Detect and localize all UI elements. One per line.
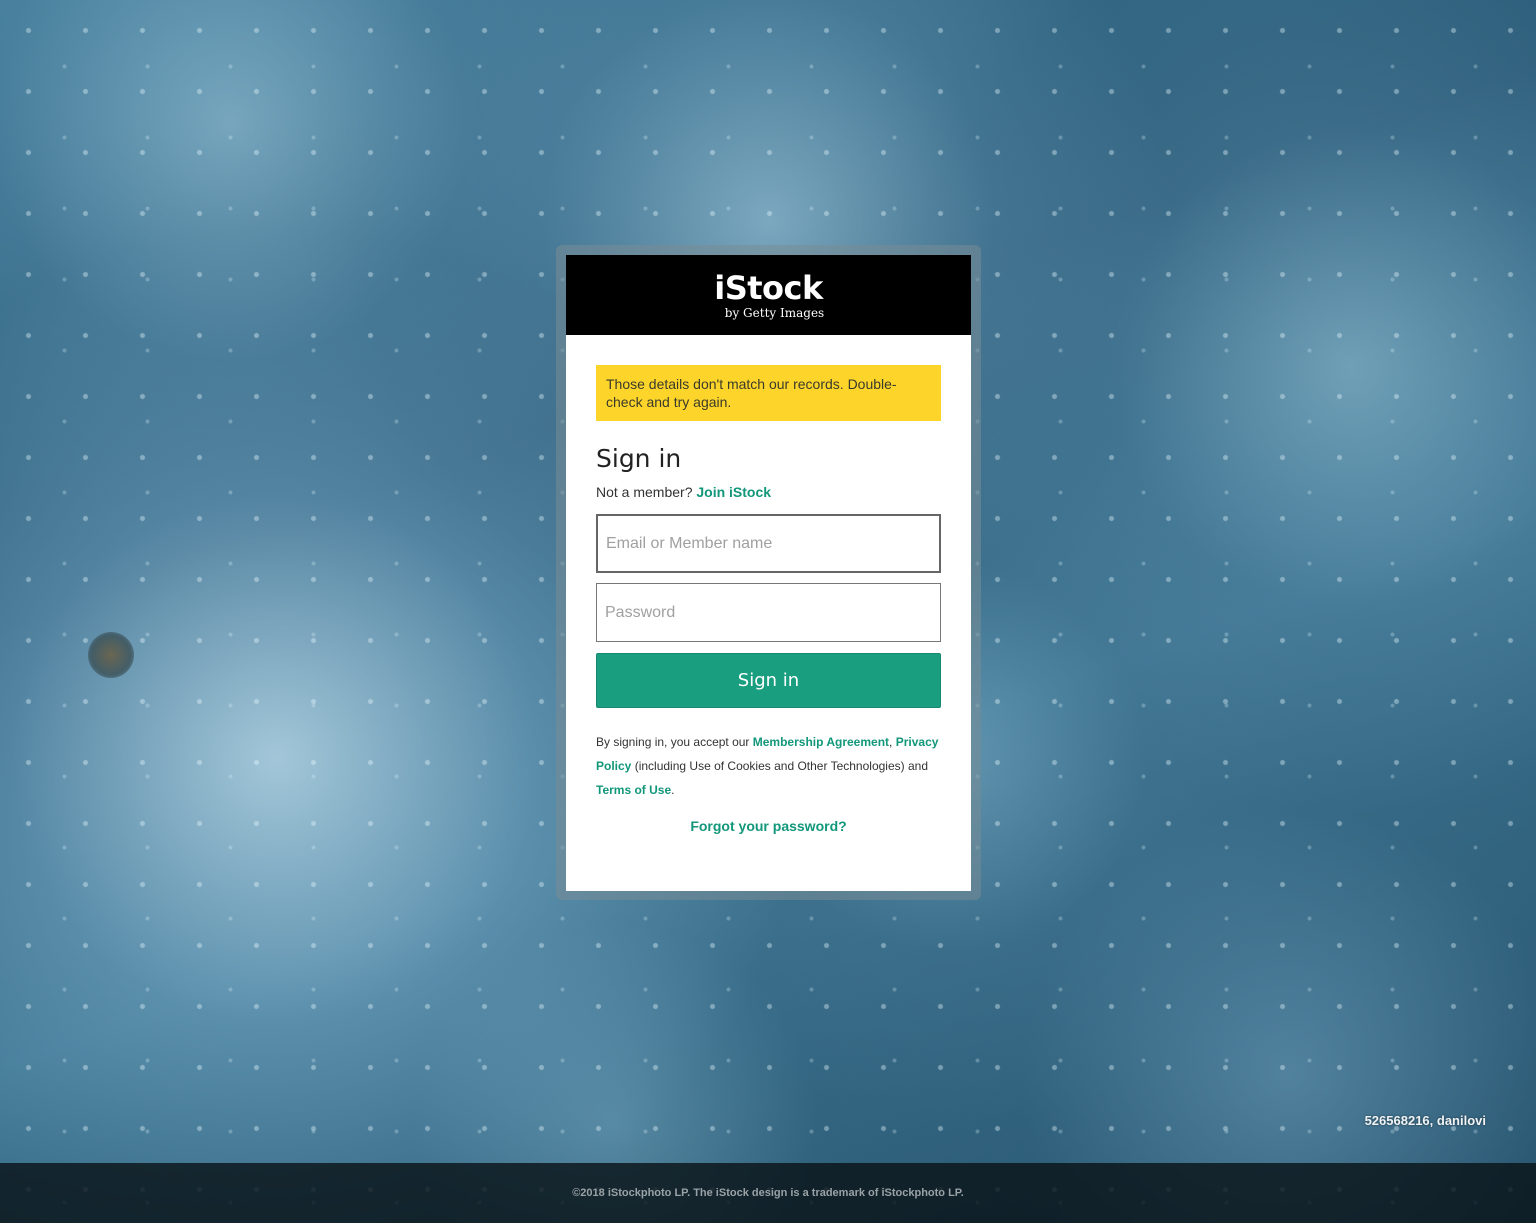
error-banner: Those details don't match our records. D… (596, 365, 941, 421)
footer: ©2018 iStockphoto LP. The iStock design … (0, 1163, 1536, 1223)
card-body: Those details don't match our records. D… (566, 335, 971, 834)
legal-prefix: By signing in, you accept our (596, 735, 750, 749)
getty-images-tagline: by Getty Images (724, 306, 825, 320)
password-input[interactable] (596, 583, 941, 642)
istock-logo: iStock (714, 269, 823, 307)
join-istock-link[interactable]: Join iStock (696, 484, 771, 500)
legal-comma: , (889, 735, 893, 749)
login-page: iStock by Getty Images Those details don… (0, 0, 1536, 1223)
image-credit-caption: 526568216, danilovi (1364, 1113, 1486, 1128)
terms-of-use-link[interactable]: Terms of Use (596, 783, 671, 797)
legal-suffix: . (671, 783, 675, 797)
legal-notice: By signing in, you accept our Membership… (596, 730, 941, 802)
copyright-text: ©2018 iStockphoto LP. The iStock design … (572, 1187, 964, 1199)
legal-middle: (including Use of Cookies and Other Tech… (634, 759, 928, 773)
signin-button[interactable]: Sign in (596, 653, 941, 708)
forgot-password-link[interactable]: Forgot your password? (690, 818, 846, 834)
background-berry-core (88, 632, 134, 678)
signin-card: iStock by Getty Images Those details don… (566, 255, 971, 891)
membership-agreement-link[interactable]: Membership Agreement (753, 735, 889, 749)
email-input[interactable] (596, 514, 941, 573)
forgot-password-row: Forgot your password? (596, 818, 941, 834)
card-header: iStock by Getty Images (566, 255, 971, 335)
member-prompt-line: Not a member? Join iStock (596, 483, 941, 501)
signin-title: Sign in (596, 444, 682, 473)
member-prompt-text: Not a member? (596, 484, 693, 500)
